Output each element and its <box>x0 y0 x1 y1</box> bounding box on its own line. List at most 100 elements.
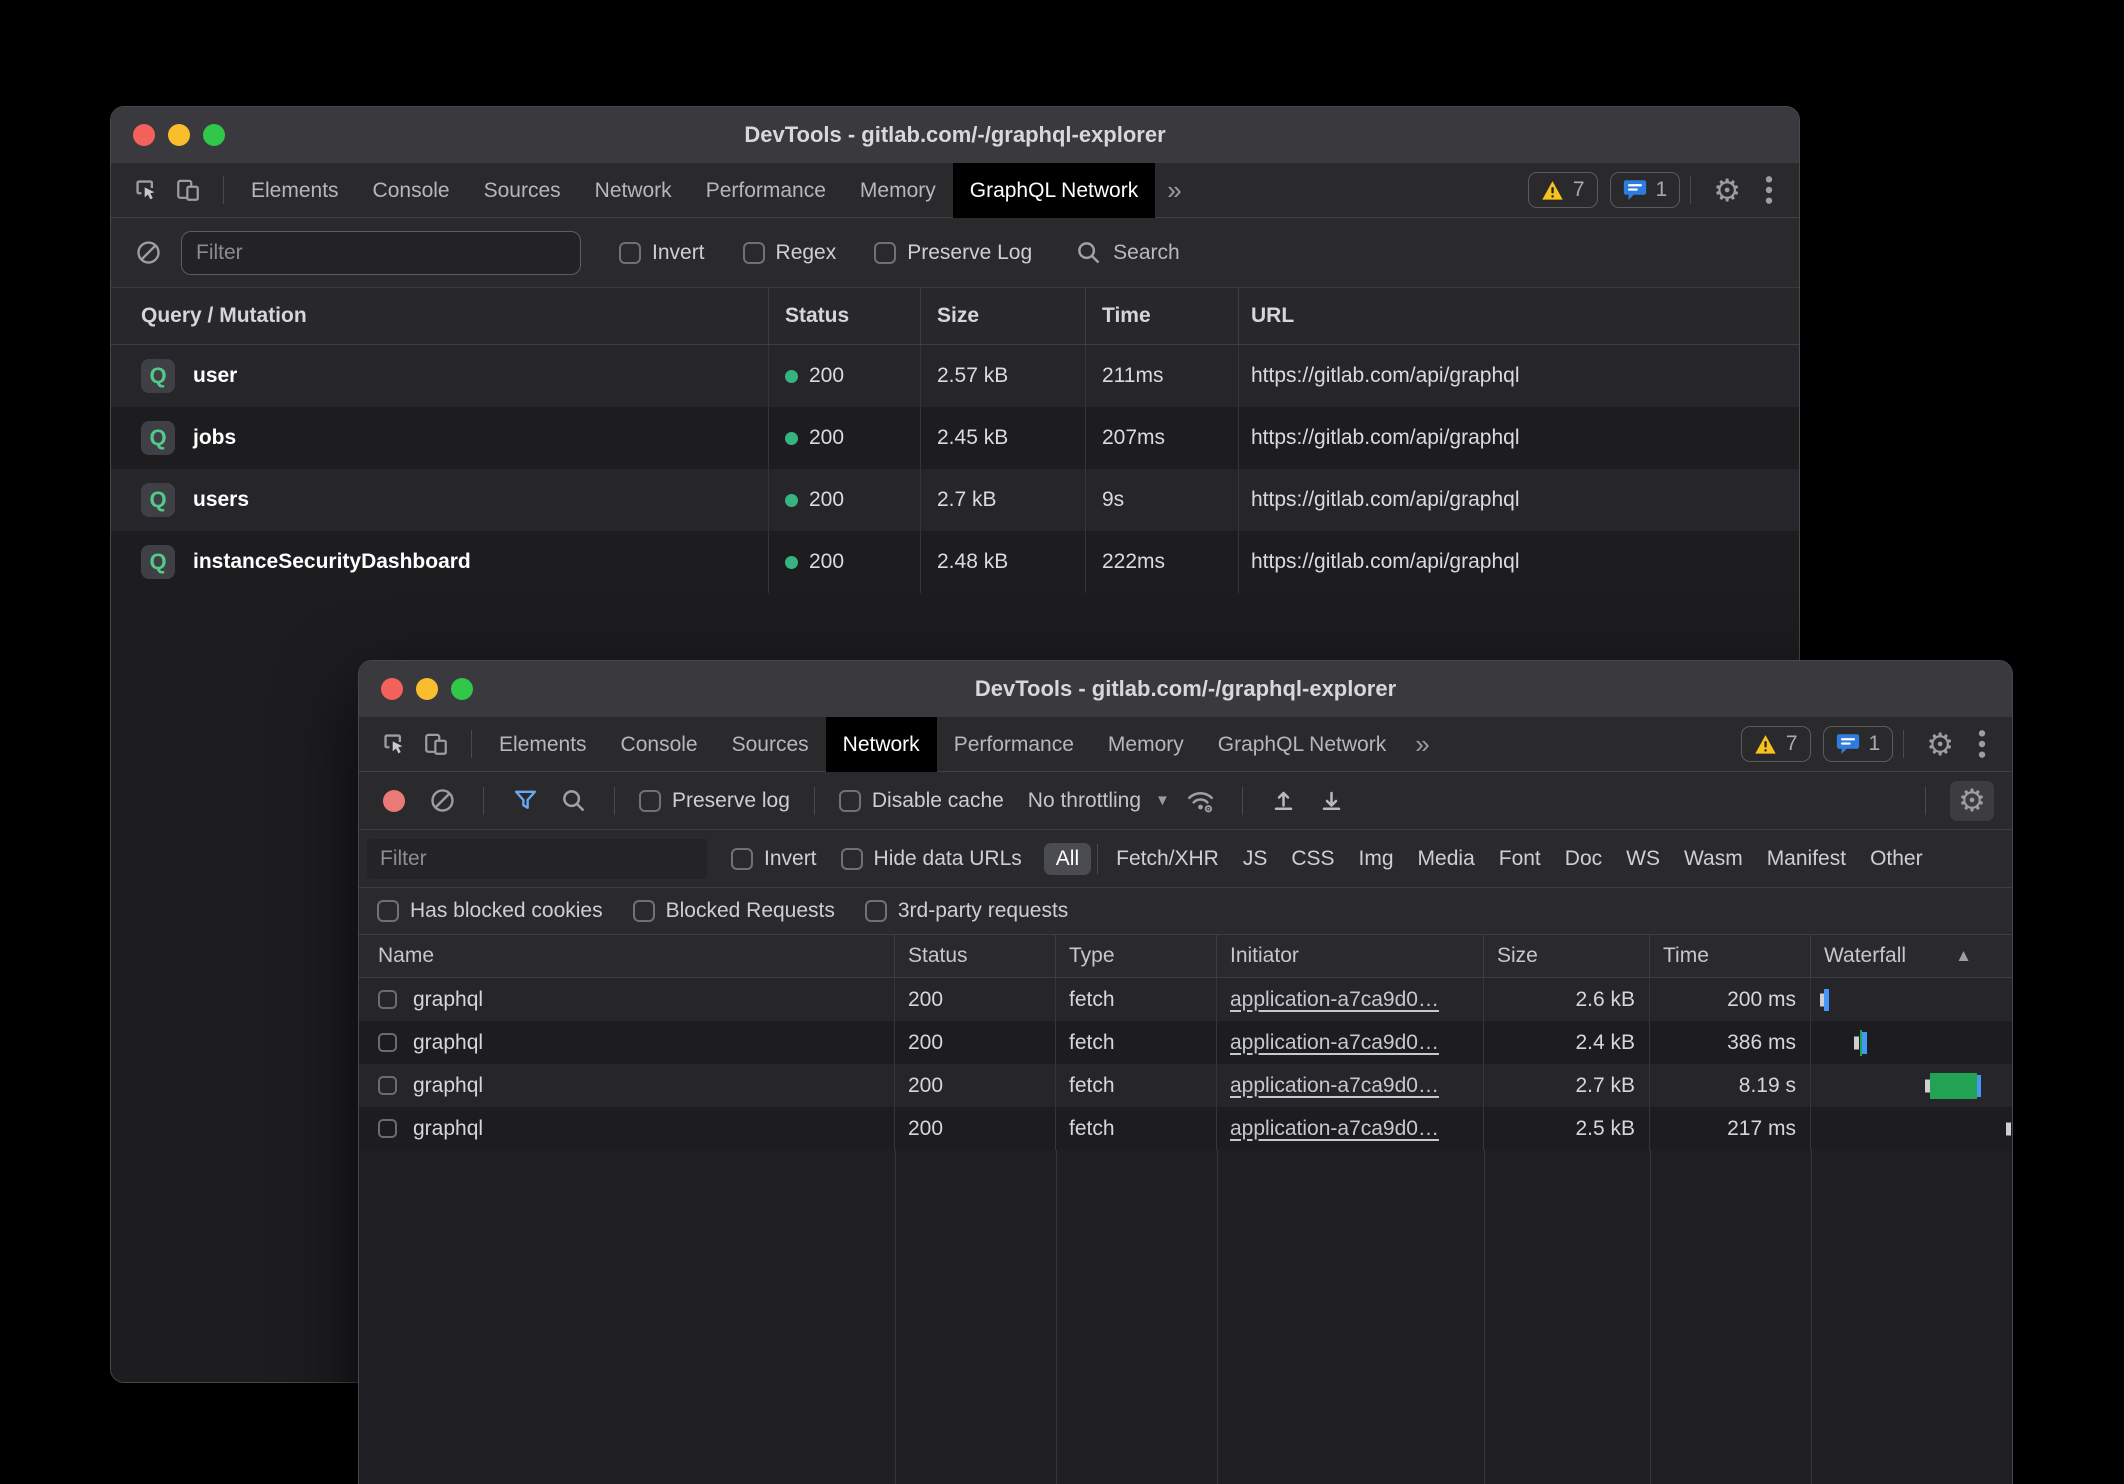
blocked-requests-checkbox[interactable] <box>633 900 655 922</box>
clear-icon[interactable] <box>131 236 165 270</box>
preserve-log-checkbox[interactable] <box>639 790 661 812</box>
invert-checkbox[interactable] <box>731 848 753 870</box>
column-header-size[interactable]: Size <box>921 288 1086 344</box>
third-party-requests-checkbox[interactable] <box>865 900 887 922</box>
tab-performance[interactable]: Performance <box>937 717 1091 772</box>
tab-elements[interactable]: Elements <box>234 163 356 218</box>
tab-sources[interactable]: Sources <box>715 717 826 772</box>
initiator-link[interactable]: application-a7ca9d0… <box>1230 988 1439 1012</box>
row-checkbox[interactable] <box>378 1076 397 1095</box>
column-header-size[interactable]: Size <box>1484 935 1650 977</box>
row-checkbox[interactable] <box>378 1033 397 1052</box>
issues-badge[interactable]: 1 <box>1823 726 1894 762</box>
tab-graphql-network[interactable]: GraphQL Network <box>953 163 1155 218</box>
column-header-waterfall[interactable]: Waterfall ▲ <box>1811 935 2012 977</box>
type-filter-ws[interactable]: WS <box>1614 843 1672 875</box>
column-header-status[interactable]: Status <box>769 288 921 344</box>
inspect-element-icon[interactable] <box>129 173 163 207</box>
column-divider[interactable] <box>1484 1150 1485 1484</box>
warnings-badge[interactable]: 7 <box>1741 726 1811 762</box>
settings-gear-icon[interactable]: ⚙ <box>1701 175 1753 206</box>
type-filter-css[interactable]: CSS <box>1279 843 1346 875</box>
table-row[interactable]: QinstanceSecurityDashboard 200 2.48 kB 2… <box>111 531 1799 593</box>
network-table-body: graphql 200 fetch application-a7ca9d0… 2… <box>359 978 2012 1150</box>
settings-gear-icon[interactable]: ⚙ <box>1914 729 1966 760</box>
column-header-query-mutation[interactable]: Query / Mutation <box>111 288 769 344</box>
tab-graphql-network[interactable]: GraphQL Network <box>1201 717 1403 772</box>
hide-data-urls-checkbox[interactable] <box>841 848 863 870</box>
invert-checkbox[interactable] <box>619 242 641 264</box>
table-row[interactable]: graphql 200 fetch application-a7ca9d0… 2… <box>359 1021 2012 1064</box>
row-checkbox[interactable] <box>378 990 397 1009</box>
column-header-initiator[interactable]: Initiator <box>1217 935 1484 977</box>
row-checkbox[interactable] <box>378 1119 397 1138</box>
network-conditions-icon[interactable] <box>1184 784 1218 818</box>
table-row[interactable]: Quser 200 2.57 kB 211ms https://gitlab.c… <box>111 345 1799 407</box>
column-header-name[interactable]: Name <box>359 935 895 977</box>
type-filter-font[interactable]: Font <box>1487 843 1553 875</box>
filter-funnel-icon[interactable] <box>508 784 542 818</box>
kebab-menu-icon[interactable] <box>1966 728 1998 760</box>
title-bar[interactable]: DevTools - gitlab.com/-/graphql-explorer <box>359 661 2012 717</box>
type-filter-img[interactable]: Img <box>1347 843 1406 875</box>
search-control[interactable]: Search <box>1076 240 1180 265</box>
disable-cache-checkbox[interactable] <box>839 790 861 812</box>
tab-console[interactable]: Console <box>356 163 467 218</box>
column-header-url[interactable]: URL <box>1239 288 1799 344</box>
tab-elements[interactable]: Elements <box>482 717 604 772</box>
device-toolbar-icon[interactable] <box>171 173 205 207</box>
regex-checkbox[interactable] <box>743 242 765 264</box>
tab-sources[interactable]: Sources <box>467 163 578 218</box>
type-filter-wasm[interactable]: Wasm <box>1672 843 1755 875</box>
clear-icon[interactable] <box>425 784 459 818</box>
filter-input[interactable] <box>181 231 581 275</box>
warnings-badge[interactable]: 7 <box>1528 172 1598 208</box>
table-row[interactable]: graphql 200 fetch application-a7ca9d0… 2… <box>359 1107 2012 1150</box>
table-row[interactable]: graphql 200 fetch application-a7ca9d0… 2… <box>359 1064 2012 1107</box>
kebab-menu-icon[interactable] <box>1753 174 1785 206</box>
column-header-time[interactable]: Time <box>1086 288 1239 344</box>
initiator-link[interactable]: application-a7ca9d0… <box>1230 1117 1439 1141</box>
type-filter-manifest[interactable]: Manifest <box>1755 843 1858 875</box>
tab-console[interactable]: Console <box>604 717 715 772</box>
inspect-element-icon[interactable] <box>377 727 411 761</box>
tab-performance[interactable]: Performance <box>689 163 843 218</box>
tab-memory[interactable]: Memory <box>843 163 953 218</box>
type-filter-doc[interactable]: Doc <box>1553 843 1614 875</box>
search-icon[interactable] <box>556 784 590 818</box>
filter-input[interactable] <box>367 839 707 879</box>
column-divider[interactable] <box>1811 1150 1812 1484</box>
column-header-time[interactable]: Time <box>1650 935 1811 977</box>
type-filter-fetch-xhr[interactable]: Fetch/XHR <box>1104 843 1231 875</box>
tab-network[interactable]: Network <box>578 163 689 218</box>
device-toolbar-icon[interactable] <box>419 727 453 761</box>
more-tabs-icon[interactable]: » <box>1403 729 1441 760</box>
throttling-dropdown[interactable]: No throttling ▼ <box>1028 789 1170 813</box>
column-header-status[interactable]: Status <box>895 935 1056 977</box>
table-row[interactable]: Qjobs 200 2.45 kB 207ms https://gitlab.c… <box>111 407 1799 469</box>
tab-memory[interactable]: Memory <box>1091 717 1201 772</box>
column-header-type[interactable]: Type <box>1056 935 1217 977</box>
more-tabs-icon[interactable]: » <box>1155 175 1193 206</box>
preserve-log-checkbox[interactable] <box>874 242 896 264</box>
column-divider[interactable] <box>1217 1150 1218 1484</box>
title-bar[interactable]: DevTools - gitlab.com/-/graphql-explorer <box>111 107 1799 163</box>
initiator-link[interactable]: application-a7ca9d0… <box>1230 1074 1439 1098</box>
column-divider[interactable] <box>895 1150 896 1484</box>
issues-badge[interactable]: 1 <box>1610 172 1681 208</box>
export-har-icon[interactable] <box>1315 784 1349 818</box>
import-har-icon[interactable] <box>1267 784 1301 818</box>
type-filter-all[interactable]: All <box>1044 843 1091 875</box>
table-row[interactable]: graphql 200 fetch application-a7ca9d0… 2… <box>359 978 2012 1021</box>
type-filter-js[interactable]: JS <box>1231 843 1280 875</box>
tab-network[interactable]: Network <box>826 717 937 772</box>
column-divider[interactable] <box>1056 1150 1057 1484</box>
network-settings-gear-icon[interactable]: ⚙ <box>1950 781 1994 821</box>
has-blocked-cookies-checkbox[interactable] <box>377 900 399 922</box>
table-row[interactable]: Qusers 200 2.7 kB 9s https://gitlab.com/… <box>111 469 1799 531</box>
record-network-log-icon[interactable] <box>377 784 411 818</box>
type-filter-other[interactable]: Other <box>1858 843 1935 875</box>
initiator-link[interactable]: application-a7ca9d0… <box>1230 1031 1439 1055</box>
type-filter-media[interactable]: Media <box>1406 843 1487 875</box>
column-divider[interactable] <box>1650 1150 1651 1484</box>
